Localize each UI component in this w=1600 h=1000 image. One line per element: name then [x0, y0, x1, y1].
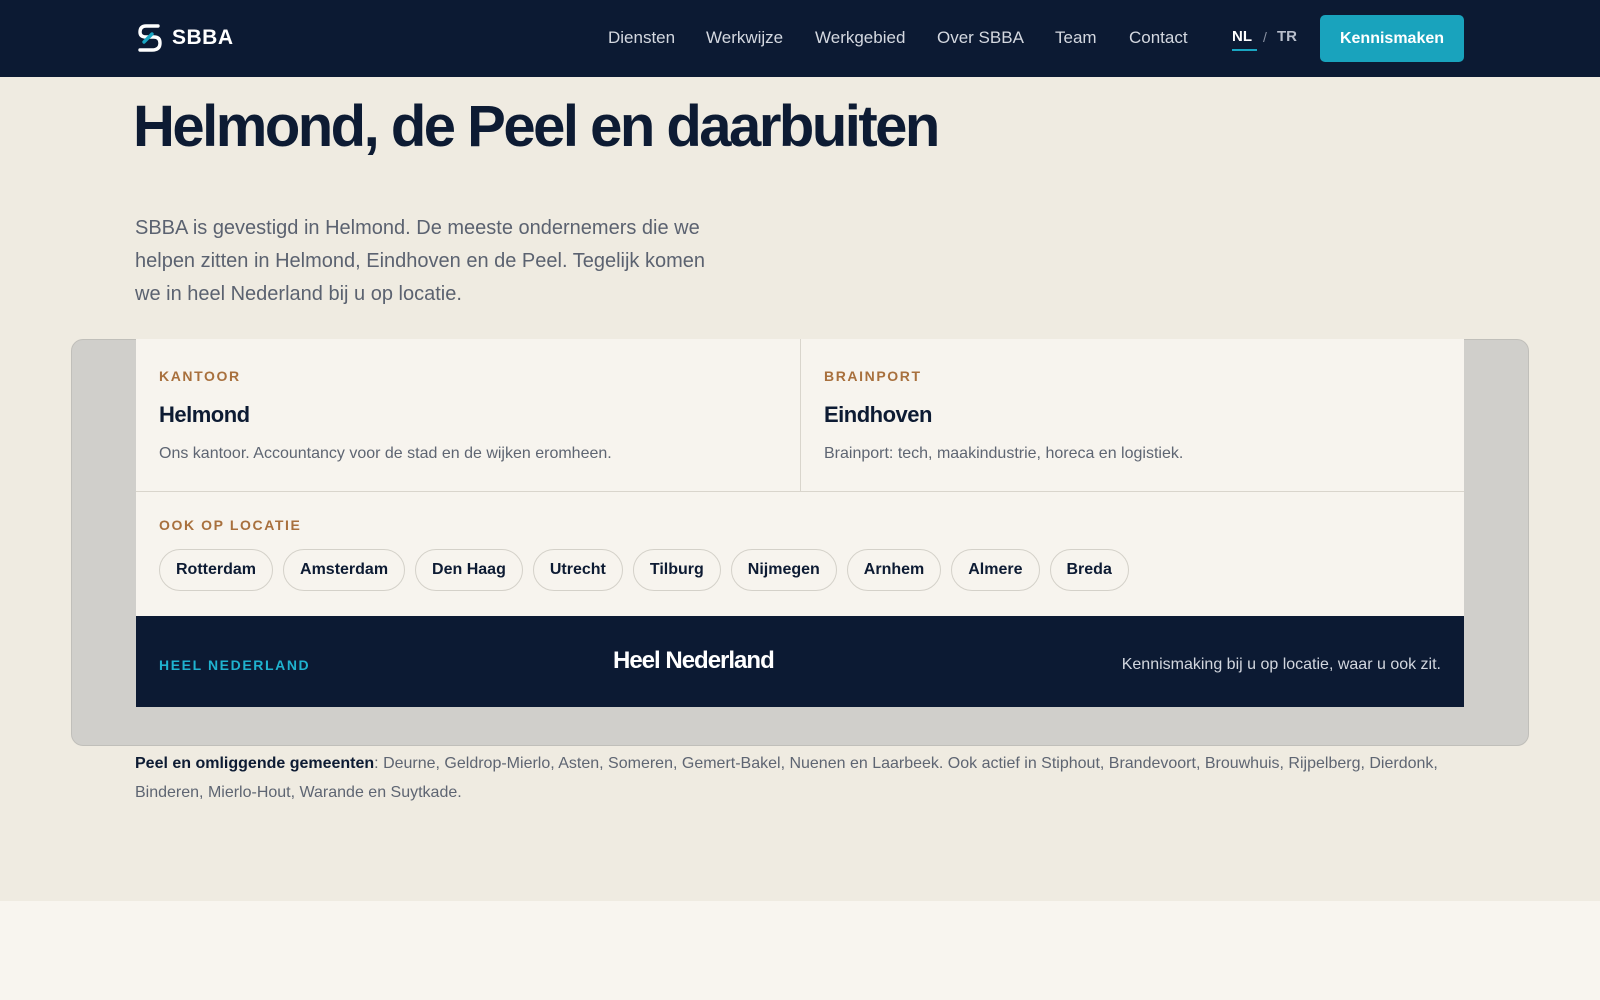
nationwide-band: HEEL NEDERLAND Heel Nederland Kennismaki… [136, 616, 1464, 707]
nav-werkwijze[interactable]: Werkwijze [706, 28, 783, 48]
row-divider [136, 491, 1464, 492]
surrounding-municipalities-note: Peel en omliggende gemeenten: Deurne, Ge… [135, 749, 1475, 807]
nav-diensten[interactable]: Diensten [608, 28, 675, 48]
page-title: Helmond, de Peel en daarbuiten [133, 94, 940, 159]
city-chip-breda[interactable]: Breda [1049, 549, 1129, 591]
nav-over-sbba[interactable]: Over SBBA [937, 28, 1024, 48]
top-navigation-bar: SBBA Diensten Werkwijze Werkgebied Over … [0, 0, 1600, 77]
onsite-city-list: Rotterdam Amsterdam Den Haag Utrecht Til… [159, 549, 1129, 591]
office-eyebrow: KANTOOR [159, 368, 241, 384]
office-description: Ons kantoor. Accountancy voor de stad en… [159, 445, 612, 462]
lang-nl[interactable]: NL [1232, 28, 1252, 45]
footnote-lead: Peel en omliggende gemeenten [135, 755, 375, 772]
kennismaken-button[interactable]: Kennismaken [1320, 15, 1464, 62]
lang-separator: / [1263, 29, 1267, 45]
nationwide-text: Kennismaking bij u op locatie, waar u oo… [1121, 656, 1441, 673]
nationwide-eyebrow: HEEL NEDERLAND [159, 657, 311, 673]
brainport-description: Brainport: tech, maakindustrie, horeca e… [824, 445, 1184, 462]
nav-werkgebied[interactable]: Werkgebied [815, 28, 905, 48]
city-chip-den-haag[interactable]: Den Haag [415, 549, 523, 591]
city-chip-tilburg[interactable]: Tilburg [632, 549, 721, 591]
city-chip-rotterdam[interactable]: Rotterdam [159, 549, 274, 591]
intro-text: SBBA is gevestigd in Helmond. De meeste … [135, 217, 705, 305]
city-chip-almere[interactable]: Almere [951, 549, 1040, 591]
city-chip-utrecht[interactable]: Utrecht [532, 549, 623, 591]
city-chip-amsterdam[interactable]: Amsterdam [283, 549, 406, 591]
lang-tr[interactable]: TR [1277, 28, 1297, 45]
lang-active-indicator [1232, 49, 1257, 51]
nationwide-title: Heel Nederland [613, 647, 775, 674]
city-chip-arnhem[interactable]: Arnhem [846, 549, 942, 591]
city-chip-nijmegen[interactable]: Nijmegen [730, 549, 837, 591]
cell-divider [800, 339, 801, 492]
brainport-eyebrow: BRAINPORT [824, 368, 922, 384]
onsite-eyebrow: OOK OP LOCATIE [159, 517, 302, 533]
main-nav: Diensten Werkwijze Werkgebied Over SBBA … [0, 0, 1600, 77]
nav-team[interactable]: Team [1055, 28, 1097, 48]
office-city: Helmond [159, 402, 250, 427]
brainport-city: Eindhoven [824, 402, 932, 427]
nav-contact[interactable]: Contact [1129, 28, 1188, 48]
